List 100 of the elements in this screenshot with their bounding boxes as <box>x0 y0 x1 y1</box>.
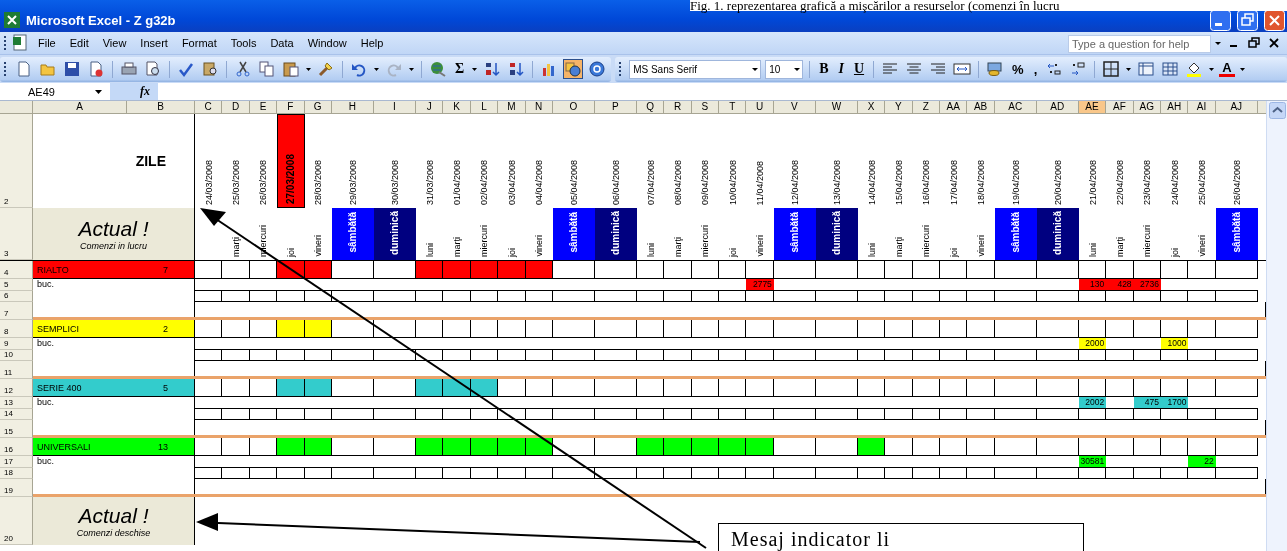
autosum-button[interactable]: Σ <box>452 61 468 77</box>
research-icon[interactable] <box>200 59 220 79</box>
column-header[interactable]: AA <box>940 101 968 113</box>
restore-icon[interactable] <box>1248 37 1260 49</box>
column-header[interactable]: S <box>691 101 720 113</box>
toolbar-grip-icon[interactable] <box>4 60 7 78</box>
table-cell <box>331 468 374 479</box>
column-header[interactable]: X <box>857 101 886 113</box>
column-header[interactable]: V <box>773 101 816 113</box>
column-header[interactable]: C <box>195 101 223 113</box>
column-header[interactable]: AB <box>967 101 995 113</box>
column-header[interactable]: A <box>33 101 127 113</box>
grid-icon[interactable] <box>1160 59 1181 79</box>
table-cell <box>1106 409 1134 420</box>
column-header[interactable]: T <box>719 101 747 113</box>
column-header[interactable]: U <box>746 101 774 113</box>
drawing-icon[interactable] <box>563 59 584 79</box>
column-header[interactable]: AF <box>1106 101 1134 113</box>
font-color-button[interactable]: A <box>1219 61 1235 77</box>
close-icon[interactable] <box>1268 37 1280 49</box>
percent-button[interactable]: % <box>1009 61 1027 77</box>
table-cell <box>746 468 774 479</box>
row-header[interactable]: 4 <box>0 261 33 279</box>
column-header[interactable]: AE <box>1078 101 1107 113</box>
row-header[interactable]: 2 <box>0 114 33 208</box>
column-header[interactable]: R <box>664 101 692 113</box>
row-header[interactable]: 12 <box>0 379 33 397</box>
row-header[interactable]: 17 <box>0 456 33 468</box>
row-header[interactable]: 16 <box>0 438 33 456</box>
column-header[interactable]: P <box>594 101 637 113</box>
resource-count: 7 <box>127 261 195 279</box>
column-header[interactable]: H <box>331 101 374 113</box>
column-header[interactable]: AI <box>1188 101 1216 113</box>
column-header[interactable]: AC <box>994 101 1037 113</box>
table-icon[interactable] <box>1136 59 1157 79</box>
row-header[interactable]: 3 <box>0 208 33 260</box>
menu-item[interactable]: Data <box>264 35 300 51</box>
comma-style-button[interactable]: , <box>1030 61 1041 77</box>
row-header[interactable]: 15 <box>0 420 33 438</box>
menu-item[interactable]: File <box>32 35 62 51</box>
column-header[interactable]: L <box>470 101 499 113</box>
column-header[interactable]: W <box>815 101 858 113</box>
column-header[interactable]: J <box>415 101 444 113</box>
row-header[interactable]: 14 <box>0 409 33 420</box>
column-header[interactable]: M <box>498 101 526 113</box>
menu-item[interactable]: Insert <box>134 35 174 51</box>
column-header[interactable]: AD <box>1036 101 1079 113</box>
row-header[interactable]: 8 <box>0 320 33 338</box>
row-header[interactable]: 18 <box>0 468 33 479</box>
borders-icon[interactable] <box>1101 59 1122 79</box>
column-header[interactable]: N <box>525 101 553 113</box>
menu-item[interactable]: Edit <box>63 35 95 51</box>
column-header[interactable]: AG <box>1133 101 1161 113</box>
help-icon[interactable] <box>587 59 608 79</box>
cut-icon[interactable] <box>233 59 253 79</box>
bold-button[interactable]: B <box>816 61 832 77</box>
column-header[interactable]: AJ <box>1215 101 1258 113</box>
column-header[interactable]: E <box>249 101 278 113</box>
menu-item[interactable]: Format <box>175 35 223 51</box>
weekday-header: sâmbătă <box>552 208 595 260</box>
row-header[interactable]: 10 <box>0 350 33 361</box>
column-header[interactable]: D <box>222 101 250 113</box>
font-size-field[interactable]: 10 <box>765 59 804 79</box>
column-header[interactable]: Q <box>636 101 665 113</box>
column-header[interactable]: G <box>304 101 332 113</box>
italic-button[interactable]: I <box>835 61 847 77</box>
menu-item[interactable]: Help <box>354 35 390 51</box>
row-header[interactable]: 6 <box>0 291 33 302</box>
function-label[interactable]: fx <box>110 83 158 100</box>
copy-icon[interactable] <box>257 59 277 79</box>
row-header[interactable]: 19 <box>0 479 33 497</box>
save-icon[interactable] <box>62 59 82 79</box>
font-field[interactable]: MS Sans Serif <box>629 59 762 79</box>
help-search-field[interactable]: Type a question for help <box>1068 33 1211 53</box>
spreadsheet-document-icon[interactable] <box>12 34 30 52</box>
name-box[interactable]: AE49 <box>0 85 110 98</box>
toolbar-grip-icon[interactable] <box>619 60 623 78</box>
vertical-scrollbar[interactable] <box>1266 101 1287 551</box>
row-header[interactable]: 9 <box>0 338 33 350</box>
column-header[interactable]: I <box>373 101 416 113</box>
column-header[interactable]: K <box>443 101 471 113</box>
column-header[interactable]: B <box>127 101 195 113</box>
row-header[interactable]: 13 <box>0 397 33 409</box>
row-header[interactable]: 11 <box>0 361 33 379</box>
column-header[interactable]: F <box>277 101 305 113</box>
row-header[interactable]: 20 <box>0 497 33 545</box>
column-header[interactable]: AH <box>1161 101 1189 113</box>
menu-item[interactable]: Tools <box>224 35 263 51</box>
menu-item[interactable]: Window <box>301 35 353 51</box>
menu-item[interactable]: View <box>96 35 133 51</box>
column-header[interactable]: Z <box>912 101 941 113</box>
row-header[interactable]: 5 <box>0 279 33 291</box>
row-header[interactable]: 7 <box>0 302 33 320</box>
column-header[interactable]: O <box>552 101 595 113</box>
scroll-up-icon[interactable] <box>1269 102 1286 119</box>
column-header[interactable]: Y <box>885 101 913 113</box>
toolbar-grip-icon[interactable] <box>4 34 7 52</box>
paste-icon[interactable] <box>281 59 301 79</box>
hyperlink-icon[interactable] <box>428 59 448 79</box>
underline-button[interactable]: U <box>850 61 868 77</box>
